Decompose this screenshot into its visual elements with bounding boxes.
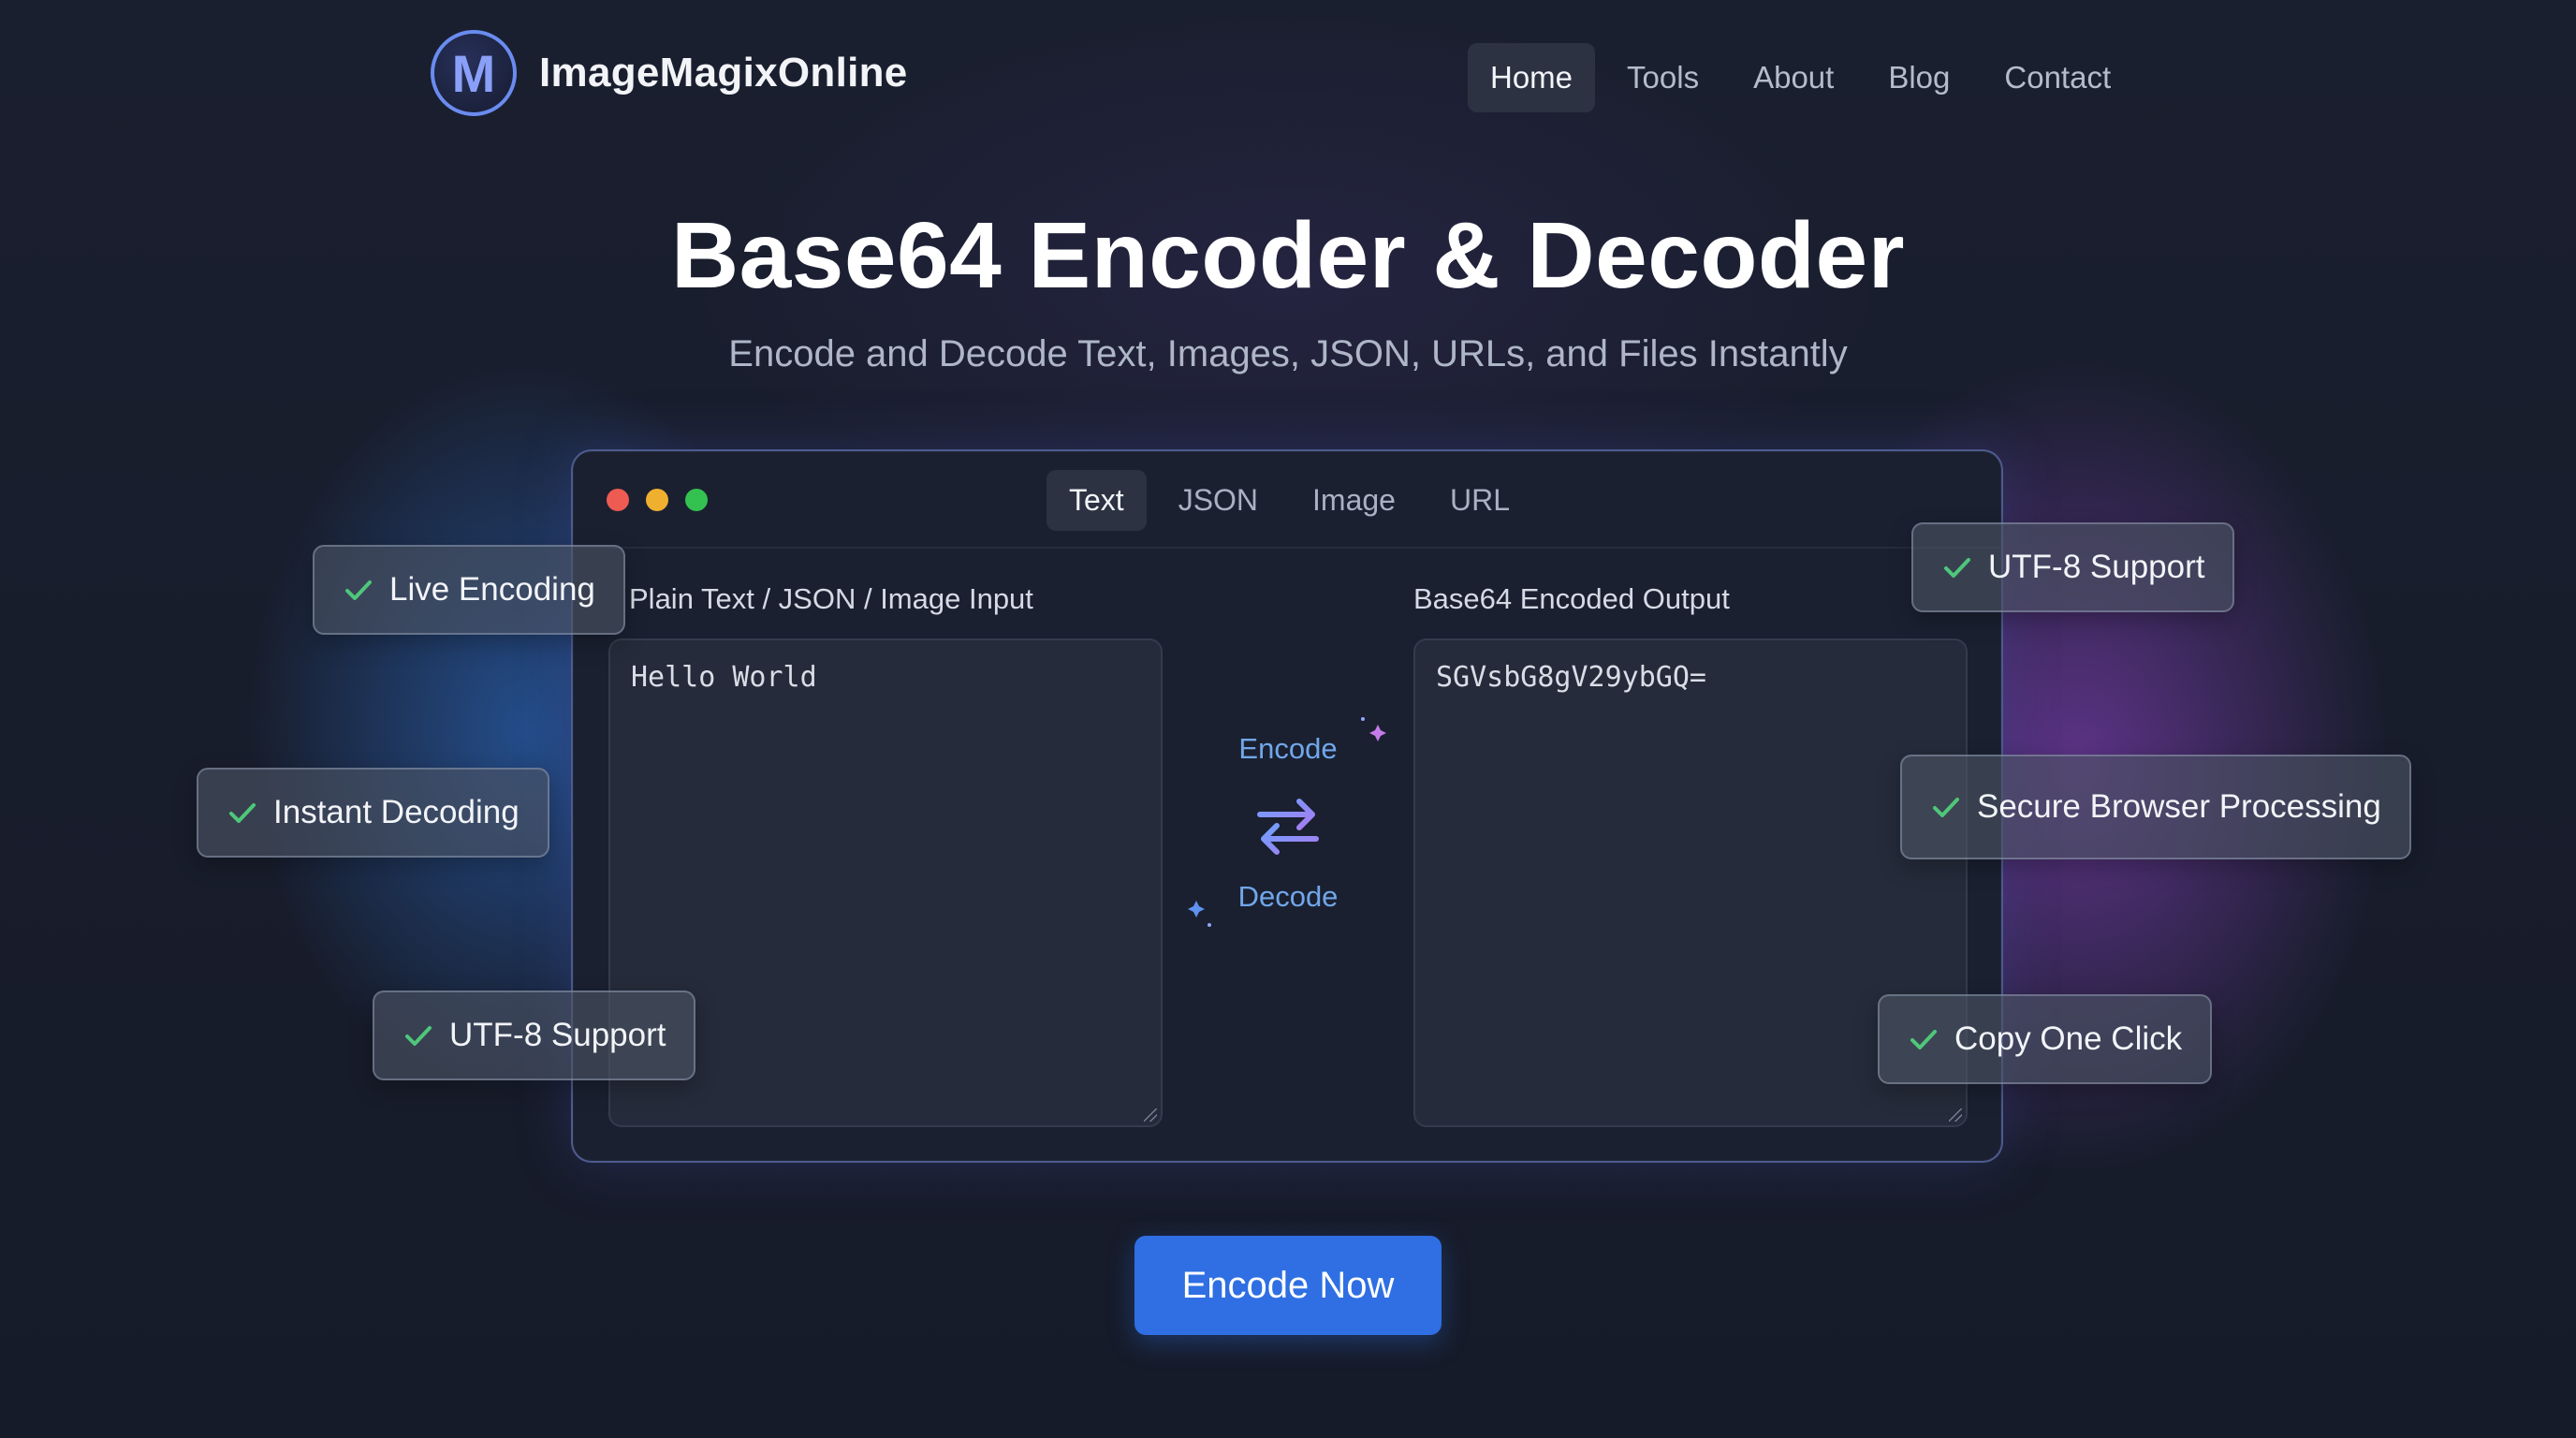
tab-url[interactable]: URL	[1427, 470, 1532, 531]
encode-toggle[interactable]: Encode	[1238, 732, 1337, 766]
feature-label: UTF-8 Support	[1988, 549, 2205, 585]
feature-label: Copy One Click	[1954, 1020, 2183, 1057]
nav-home[interactable]: Home	[1468, 43, 1596, 112]
close-dot-icon[interactable]	[607, 489, 629, 511]
tab-image[interactable]: Image	[1290, 470, 1418, 531]
nav-tools[interactable]: Tools	[1604, 43, 1721, 112]
output-value: SGVsbG8gV29ybGQ=	[1436, 661, 1706, 694]
feature-label: Instant Decoding	[273, 794, 520, 830]
tab-text[interactable]: Text	[1046, 470, 1147, 531]
checkmark-icon	[1910, 1030, 1937, 1049]
feature-label: Secure Browser Processing	[1977, 788, 2381, 825]
resize-handle-icon[interactable]	[1949, 1108, 1962, 1122]
maximize-dot-icon[interactable]	[685, 489, 708, 511]
feature-badge-utf8-right: UTF-8 Support	[1911, 522, 2235, 612]
page-subtitle: Encode and Decode Text, Images, JSON, UR…	[728, 333, 1848, 374]
encode-now-button[interactable]: Encode Now	[1134, 1236, 1442, 1335]
feature-label: UTF-8 Support	[449, 1017, 666, 1053]
checkmark-icon	[405, 1026, 432, 1046]
checkmark-icon	[1944, 558, 1970, 578]
minimize-dot-icon[interactable]	[646, 489, 668, 511]
resize-handle-icon[interactable]	[1144, 1108, 1157, 1122]
swap-arrows-icon[interactable]	[1247, 785, 1329, 867]
page-title: Base64 Encoder & Decoder	[670, 203, 1906, 308]
checkmark-icon	[229, 803, 256, 823]
tab-json[interactable]: JSON	[1156, 470, 1281, 531]
output-label: Base64 Encoded Output	[1413, 582, 1730, 615]
window-titlebar: Text JSON Image URL	[573, 451, 2001, 549]
feature-badge-live-encoding: Live Encoding	[313, 545, 625, 635]
sparkle-icon	[1361, 717, 1386, 741]
brand-logo[interactable]: M ImageMagixOnline	[431, 30, 908, 116]
nav-contact[interactable]: Contact	[1982, 43, 2133, 112]
main-nav: Home Tools About Blog Contact	[1468, 43, 2133, 112]
decode-toggle[interactable]: Decode	[1238, 880, 1339, 914]
feature-badge-instant-decoding: Instant Decoding	[197, 768, 549, 858]
brand-name: ImageMagixOnline	[539, 50, 908, 95]
logo-mark-icon: M	[431, 30, 517, 116]
input-value: Hello World	[631, 661, 817, 694]
nav-blog[interactable]: Blog	[1866, 43, 1972, 112]
checkmark-icon	[1933, 798, 1959, 817]
mode-tabs: Text JSON Image URL	[1046, 470, 1532, 531]
feature-badge-utf8-left: UTF-8 Support	[373, 990, 696, 1080]
checkmark-icon	[345, 580, 372, 600]
sparkle-icon	[1188, 901, 1211, 927]
feature-badge-copy-one-click: Copy One Click	[1878, 994, 2213, 1084]
input-label: Plain Text / JSON / Image Input	[629, 582, 1033, 615]
feature-badge-secure-processing: Secure Browser Processing	[1900, 755, 2411, 859]
feature-label: Live Encoding	[389, 571, 595, 608]
nav-about[interactable]: About	[1731, 43, 1856, 112]
